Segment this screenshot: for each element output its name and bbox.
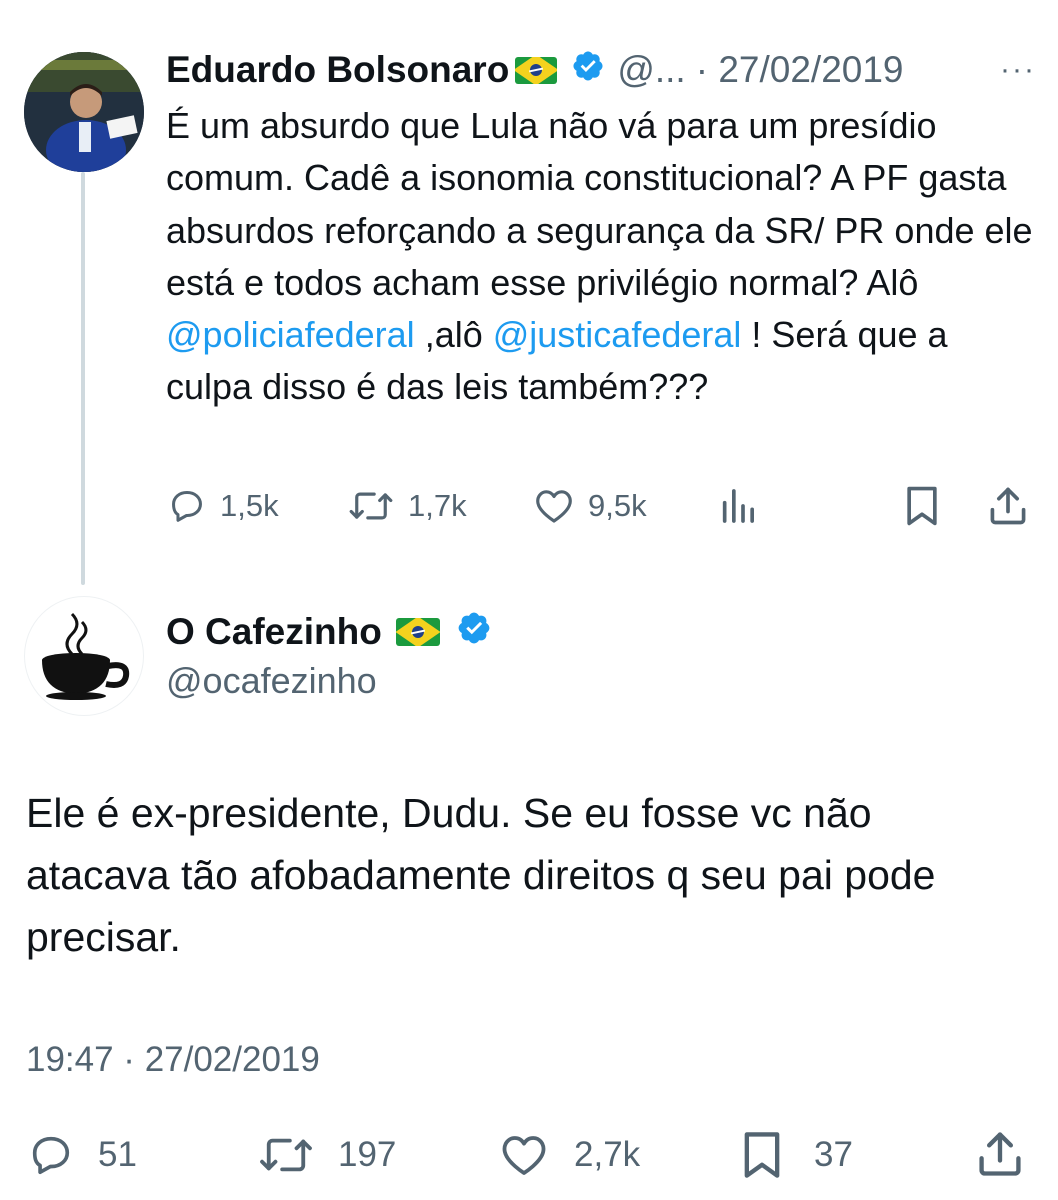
main-reply-button[interactable]: 51	[28, 1130, 137, 1180]
reply-icon	[32, 1136, 70, 1175]
main-tweet-text: Ele é ex-presidente, Dudu. Se eu fosse v…	[26, 790, 936, 960]
tweet-timestamp[interactable]: 19:47 · 27/02/2019	[26, 1040, 320, 1080]
parent-retweet-count: 1,7k	[408, 488, 467, 523]
heart-icon	[536, 490, 572, 523]
parent-reply-count: 1,5k	[220, 488, 279, 523]
views-icon	[722, 489, 754, 523]
avatar-image	[24, 52, 144, 172]
main-like-button[interactable]: 2,7k	[500, 1130, 640, 1180]
bookmark-icon	[907, 486, 937, 526]
parent-like-button[interactable]: 9,5k	[534, 484, 647, 528]
brazil-flag-icon	[515, 56, 558, 84]
main-like-count: 2,7k	[574, 1135, 641, 1174]
retweet-icon	[349, 492, 393, 520]
author-name[interactable]: O Cafezinho	[166, 611, 382, 653]
parent-like-count: 9,5k	[588, 488, 647, 523]
coffee-cup-logo-icon	[42, 612, 130, 700]
brazil-flag-icon	[395, 618, 440, 646]
author-handle[interactable]: @ocafezinho	[166, 660, 377, 702]
avatar-eduardo[interactable]	[24, 52, 144, 172]
main-share-button[interactable]	[974, 1128, 1026, 1185]
more-options-icon[interactable]: ···	[1000, 53, 1036, 87]
parent-text-part2: ,alô	[414, 314, 493, 356]
parent-reply-button[interactable]: 1,5k	[168, 484, 279, 528]
mention-policiafederal[interactable]: @policiafederal	[166, 314, 415, 355]
parent-retweet-button[interactable]: 1,7k	[348, 484, 467, 528]
share-icon	[990, 487, 1026, 525]
mention-justicafederal[interactable]: @justicafederal	[493, 314, 742, 355]
author-name[interactable]: Eduardo Bolsonaro	[166, 49, 509, 91]
main-bookmark-count: 37	[814, 1135, 853, 1174]
avatar-ocafezinho[interactable]	[24, 596, 144, 716]
main-tweet-author-row: O Cafezinho	[166, 608, 492, 656]
main-retweet-count: 197	[338, 1135, 397, 1174]
reply-icon	[172, 491, 202, 522]
author-handle[interactable]: @...	[617, 49, 685, 91]
parent-share-button[interactable]	[986, 484, 1030, 533]
share-icon	[979, 1132, 1021, 1176]
main-retweet-button[interactable]: 197	[258, 1130, 396, 1180]
main-bookmark-button[interactable]: 37	[740, 1128, 853, 1182]
main-reply-count: 51	[98, 1135, 137, 1174]
parent-tweet-header: Eduardo Bolsonaro @... · 27/02/2019 ···	[166, 46, 1036, 94]
heart-icon	[502, 1136, 546, 1175]
verified-badge-icon	[571, 49, 605, 92]
thread-line	[81, 172, 85, 585]
parent-views-button[interactable]	[718, 486, 758, 531]
retweet-icon	[260, 1138, 312, 1172]
parent-text-part1: É um absurdo que Lula não vá para um pre…	[166, 105, 1033, 303]
verified-badge-icon	[456, 610, 492, 655]
parent-bookmark-button[interactable]	[902, 484, 942, 533]
tweet-date[interactable]: · 27/02/2019	[696, 49, 904, 91]
parent-tweet-text: É um absurdo que Lula não vá para um pre…	[166, 100, 1036, 414]
bookmark-icon	[744, 1132, 780, 1178]
